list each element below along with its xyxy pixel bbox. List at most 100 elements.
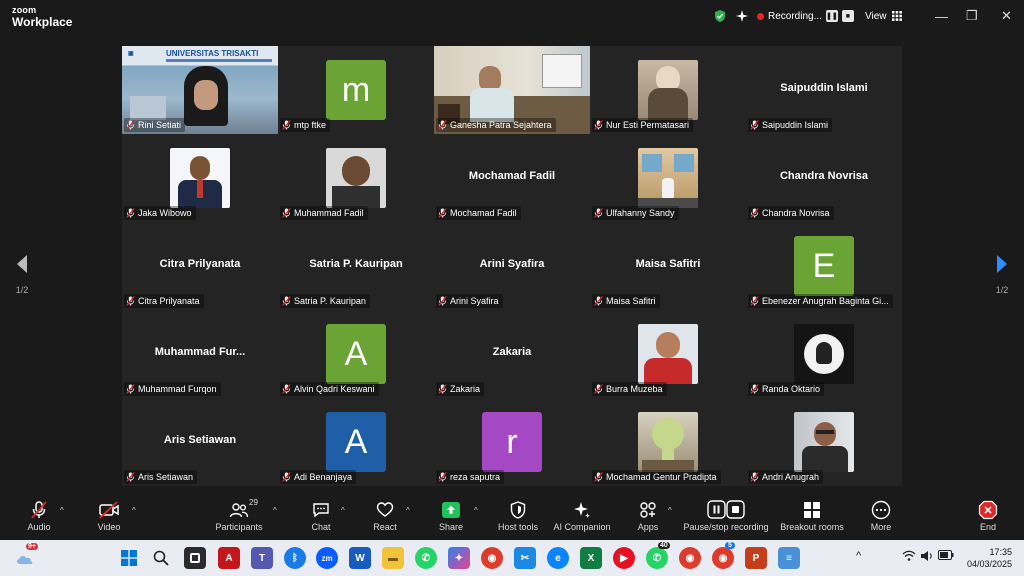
more-button[interactable]: More	[866, 500, 896, 536]
chrome-profile-2-icon[interactable]: ◉ 5	[712, 542, 735, 569]
next-page-button[interactable]: 1/2	[990, 254, 1014, 295]
system-clock[interactable]: 17:35 04/03/2025	[967, 546, 1012, 570]
video-options-caret[interactable]: ^	[132, 506, 136, 515]
participant-tile[interactable]: Saipuddin Islami Saipuddin Islami	[746, 46, 902, 134]
edge-icon[interactable]: e	[547, 547, 569, 569]
media-player-icon[interactable]: ▶	[613, 547, 635, 569]
file-explorer-icon[interactable]: ▬	[382, 547, 404, 569]
zoom-app-icon[interactable]: zm	[316, 547, 338, 569]
participant-tile[interactable]: Burra Muzeba	[590, 310, 746, 398]
participant-tile[interactable]: r reza saputra	[434, 398, 590, 486]
ai-sparkle-icon[interactable]	[735, 0, 749, 32]
chat-button[interactable]: Chat	[306, 500, 336, 536]
participant-tile[interactable]: Zakaria Zakaria	[434, 310, 590, 398]
participants-options-caret[interactable]: ^	[273, 506, 277, 515]
apps-button[interactable]: Apps	[634, 500, 662, 536]
wifi-icon[interactable]	[902, 550, 916, 565]
share-options-caret[interactable]: ^	[474, 506, 478, 515]
participant-name: Arini Syafira	[450, 296, 499, 306]
share-button[interactable]: Share	[436, 500, 466, 536]
participants-button[interactable]: 29 Participants	[214, 498, 264, 536]
participant-display-name: Saipuddin Islami	[780, 82, 868, 94]
show-hidden-icons-button[interactable]: ^	[856, 550, 861, 562]
participant-tile[interactable]: Muhammad Fadil	[278, 134, 434, 222]
whatsapp-second-icon[interactable]: ✆ 40	[646, 542, 670, 569]
chrome-profile-icon[interactable]: ◉	[679, 547, 701, 569]
participant-tile[interactable]: Citra Prilyanata Citra Prilyanata	[122, 222, 278, 310]
participant-tile[interactable]: Satria P. Kauripan Satria P. Kauripan	[278, 222, 434, 310]
host-tools-button[interactable]: Host tools	[496, 500, 540, 536]
excel-icon[interactable]: X	[580, 547, 602, 569]
participant-name: Jaka Wibowo	[138, 208, 192, 218]
participant-tile[interactable]: E Ebenezer Anugrah Baginta Gi...	[746, 222, 902, 310]
encryption-shield-icon[interactable]	[713, 0, 727, 32]
ai-companion-button[interactable]: AI Companion	[552, 500, 612, 536]
participant-tile[interactable]: Ganesha Patra Sejahtera	[434, 46, 590, 134]
participant-tile[interactable]: Arini Syafira Arini Syafira	[434, 222, 590, 310]
chat-options-caret[interactable]: ^	[341, 506, 345, 515]
participant-tile[interactable]: m mtp ftke	[278, 46, 434, 134]
bluetooth-icon[interactable]: ᛒ	[284, 547, 306, 569]
react-options-caret[interactable]: ^	[406, 506, 410, 515]
task-view-icon[interactable]	[184, 547, 206, 569]
react-button[interactable]: React	[370, 500, 400, 536]
participant-tile[interactable]: Jaka Wibowo	[122, 134, 278, 222]
more-label: More	[870, 522, 892, 532]
notepad-icon[interactable]: ≡	[778, 547, 800, 569]
apps-label: Apps	[637, 522, 659, 532]
participant-tile[interactable]: Muhammad Fur... Muhammad Furqon	[122, 310, 278, 398]
participant-name: Muhammad Furqon	[138, 384, 217, 394]
pause-recording-button[interactable]: ❚❚	[825, 10, 838, 22]
participant-tile[interactable]: Maisa Safitri Maisa Safitri	[590, 222, 746, 310]
participant-name-label: Ulfahanny Sandy	[592, 206, 679, 220]
stop-recording-button[interactable]: ■	[841, 10, 854, 22]
pdf-reader-icon[interactable]: A	[218, 547, 240, 569]
start-button[interactable]	[118, 547, 140, 569]
view-button[interactable]: View	[865, 0, 902, 32]
whatsapp-badge: 40	[658, 542, 670, 549]
whatsapp-icon[interactable]: ✆	[415, 547, 437, 569]
previous-page-button[interactable]: 1/2	[10, 254, 34, 295]
apps-options-caret[interactable]: ^	[668, 506, 672, 515]
weather-widget[interactable]: 9+	[14, 543, 38, 569]
participant-name: Rini Setiati	[138, 120, 182, 130]
copilot-icon[interactable]: ✦	[448, 547, 470, 569]
participant-tile[interactable]: Mochamad Fadil Mochamad Fadil	[434, 134, 590, 222]
participant-tile[interactable]: Mochamad Gentur Pradipta	[590, 398, 746, 486]
participant-tile[interactable]: Andri Anugrah	[746, 398, 902, 486]
participant-tile[interactable]: Aris Setiawan Aris Setiawan	[122, 398, 278, 486]
breakout-rooms-button[interactable]: Breakout rooms	[780, 500, 844, 536]
powerpoint-icon[interactable]: P	[745, 547, 767, 569]
audio-options-caret[interactable]: ^	[60, 506, 64, 515]
chrome-icon[interactable]: ◉	[481, 547, 503, 569]
muted-mic-icon	[594, 384, 603, 394]
participant-name: reza saputra	[450, 472, 501, 482]
minimize-button[interactable]: —	[935, 0, 948, 32]
video-button[interactable]: Video	[92, 500, 126, 536]
video-label: Video	[97, 522, 121, 532]
teams-icon[interactable]: T	[251, 547, 273, 569]
volume-icon[interactable]	[920, 550, 934, 565]
participant-name: Alvin Qadri Keswani	[294, 384, 375, 394]
participant-tile[interactable]: A Adi Benanjaya	[278, 398, 434, 486]
snipping-tool-icon[interactable]: ✂	[514, 547, 536, 569]
participant-tile[interactable]: Chandra Novrisa Chandra Novrisa	[746, 134, 902, 222]
participant-tile[interactable]: Nur Esti Permatasari	[590, 46, 746, 134]
recording-dot-icon	[757, 12, 764, 20]
meeting-toolbar: Audio ^ Video ^ 29 Participants ^ Chat ^…	[0, 496, 1024, 540]
word-icon[interactable]: W	[349, 547, 371, 569]
participant-tile[interactable]: Randa Oktario	[746, 310, 902, 398]
battery-icon[interactable]	[938, 550, 954, 563]
participant-gallery: ▣ UNIVERSITAS TRISAKTI Rini Setiati m mtp ft…	[122, 46, 902, 486]
heart-react-icon	[376, 502, 394, 517]
search-button[interactable]	[150, 547, 172, 569]
pause-stop-recording-button[interactable]: Pause/stop recording	[682, 500, 770, 536]
close-button[interactable]: ✕	[1001, 0, 1012, 32]
restore-button[interactable]: ❐	[966, 0, 978, 32]
audio-button[interactable]: Audio	[22, 500, 56, 536]
participant-tile[interactable]: ▣ UNIVERSITAS TRISAKTI Rini Setiati	[122, 46, 278, 134]
participant-tile[interactable]: Ulfahanny Sandy	[590, 134, 746, 222]
end-meeting-button[interactable]: End	[974, 500, 1002, 536]
participant-tile[interactable]: A Alvin Qadri Keswani	[278, 310, 434, 398]
participants-icon	[229, 503, 249, 518]
